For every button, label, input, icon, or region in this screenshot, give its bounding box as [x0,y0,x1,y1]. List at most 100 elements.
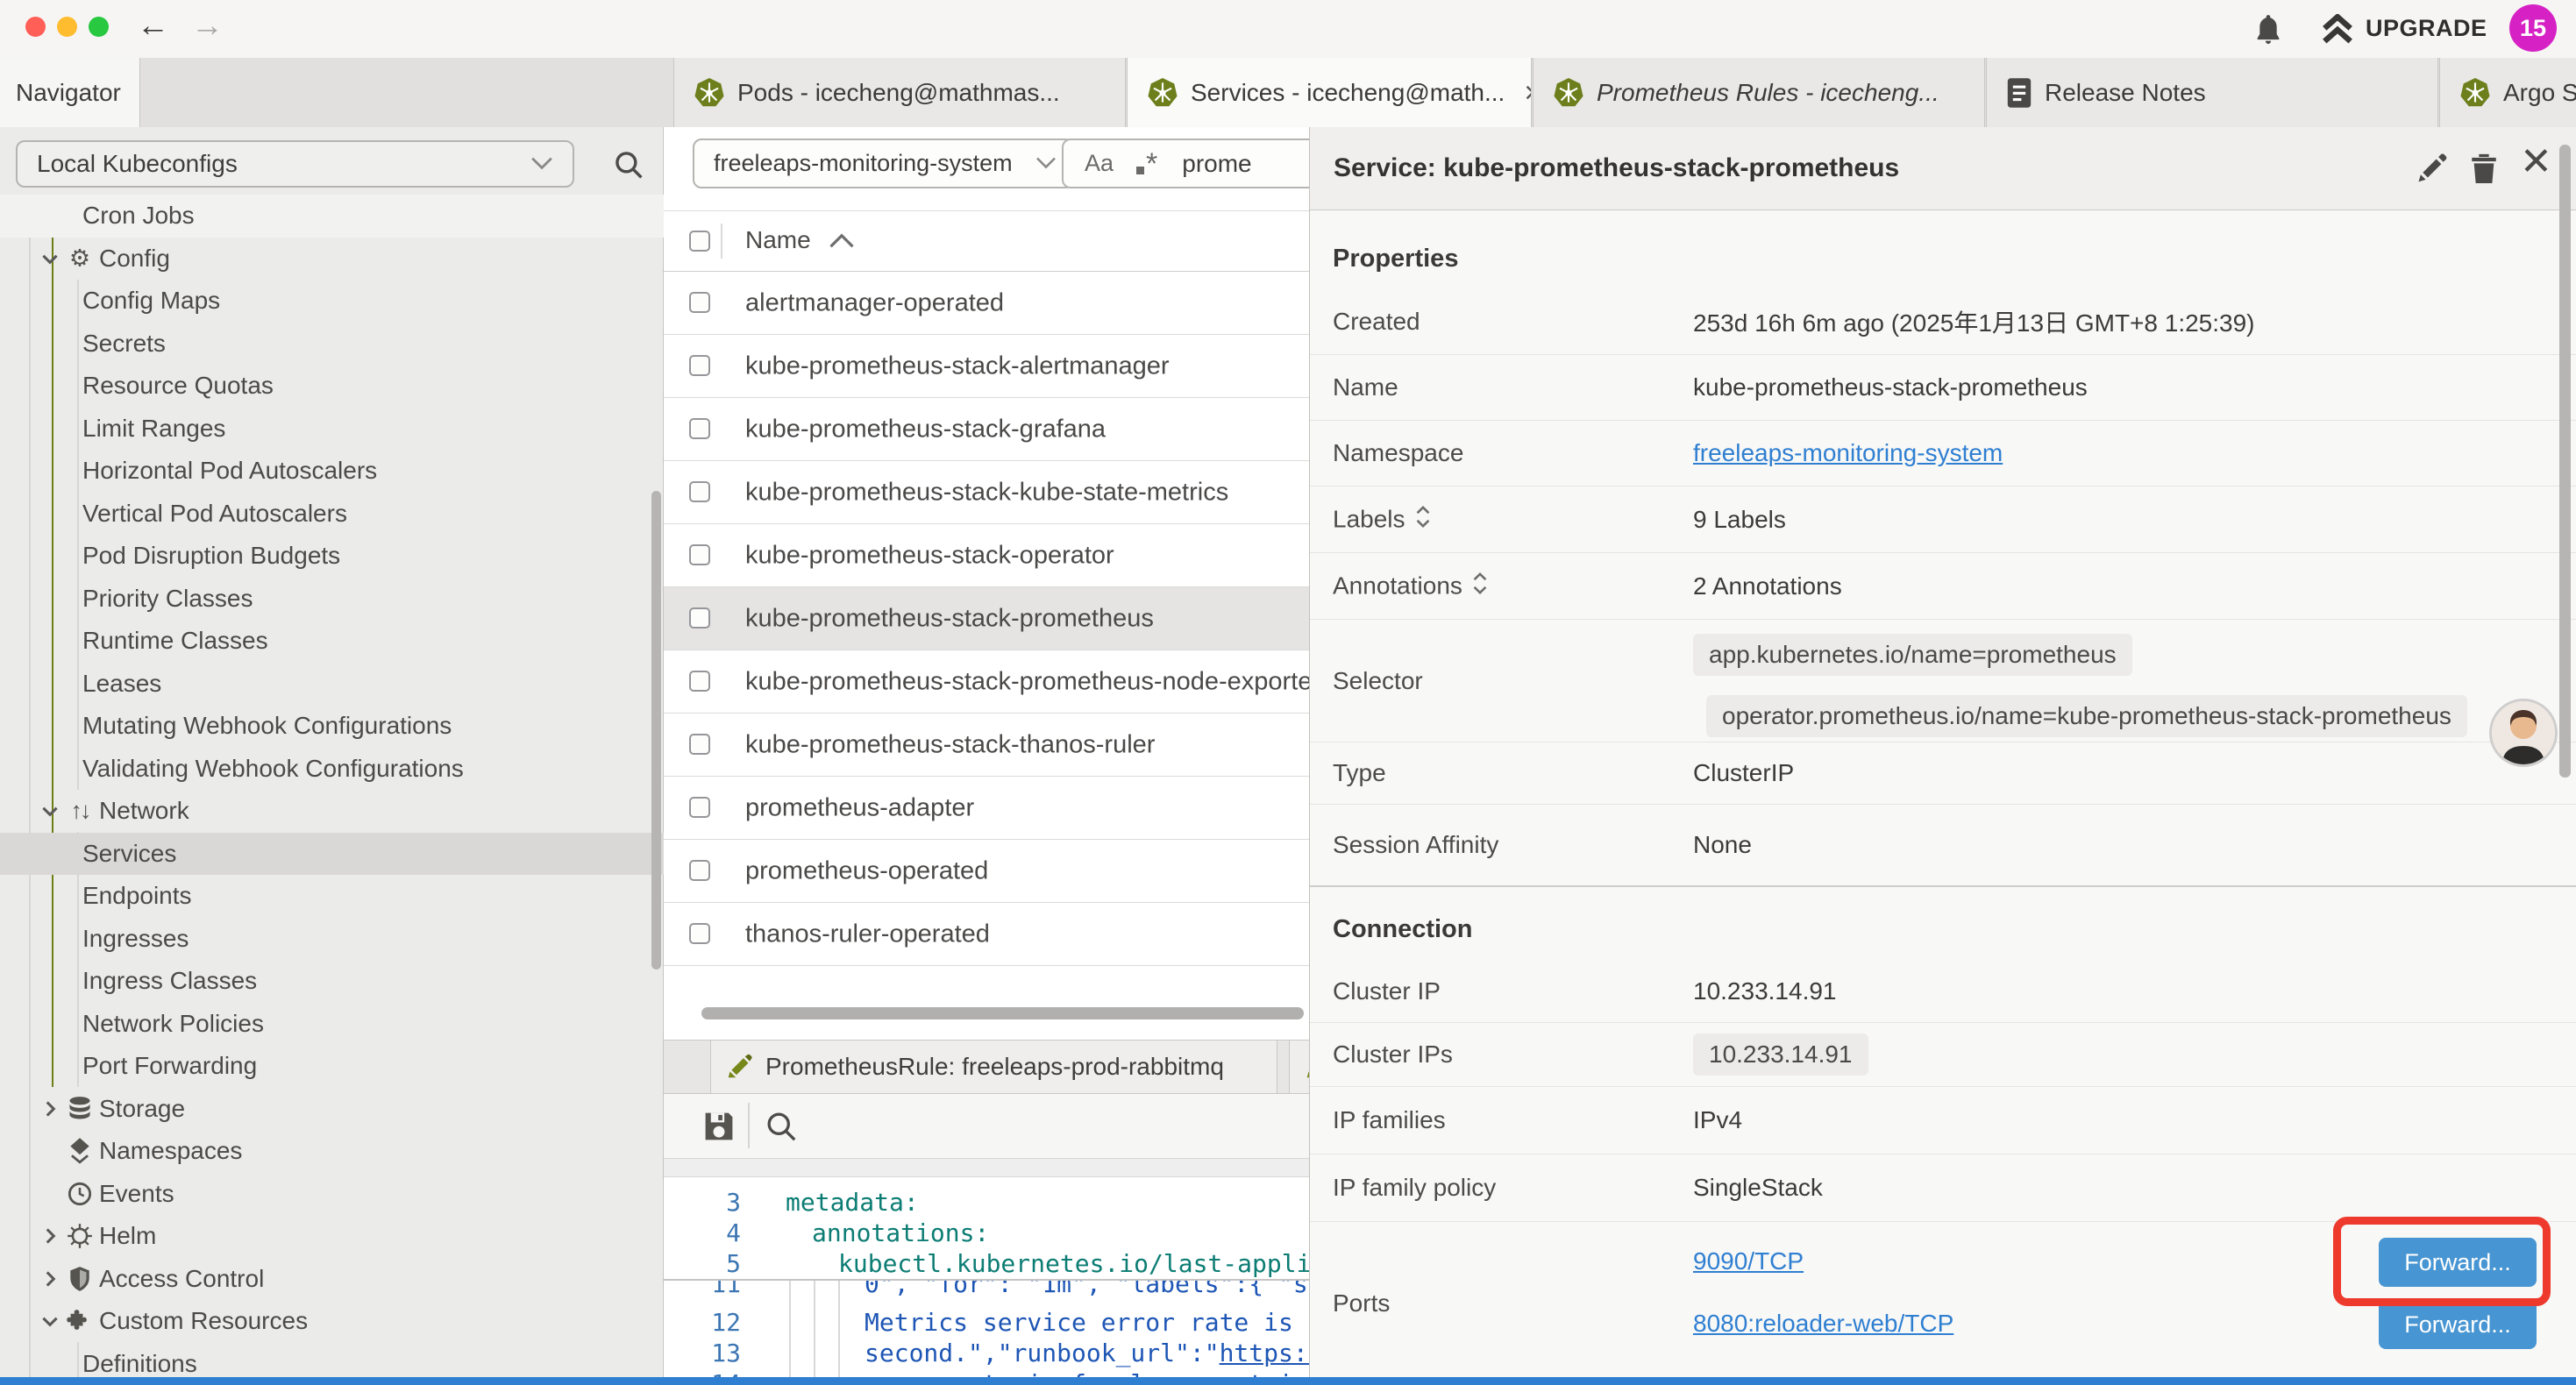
sidebar-item-mutating-webhook-configurations[interactable]: Mutating Webhook Configurations [0,705,664,748]
kubeconfig-selector-value: Local Kubeconfigs [37,150,238,178]
navigator-panel-tab[interactable]: Navigator [0,58,140,127]
sidebar-item-leases[interactable]: Leases [0,663,664,706]
sidebar-item-horizontal-pod-autoscalers[interactable]: Horizontal Pod Autoscalers [0,450,664,493]
sidebar-item-priority-classes[interactable]: Priority Classes [0,578,664,621]
save-icon[interactable] [701,1109,737,1148]
delete-trash-icon[interactable] [2466,150,2502,191]
avatar[interactable] [2489,699,2558,767]
sidebar-item-limit-ranges[interactable]: Limit Ranges [0,408,664,451]
row-checkbox[interactable] [689,355,710,376]
sidebar-item-storage[interactable]: Storage [0,1088,664,1131]
sidebar-item-endpoints[interactable]: Endpoints [0,875,664,918]
chevron-down-icon[interactable] [39,1310,61,1332]
minimize-window-button[interactable] [57,17,77,37]
sidebar-item-label: Events [99,1180,174,1208]
row-checkbox[interactable] [689,607,710,629]
kubernetes-icon [2459,77,2491,109]
tab-pods-icecheng-mathmas[interactable]: Pods - icecheng@mathmas... [673,58,1126,127]
editor-tab-prometheusrule[interactable]: PrometheusRule: freeleaps-prod-rabbitmq [710,1041,1277,1093]
row-checkbox[interactable] [689,860,710,881]
back-arrow-icon[interactable]: ← [137,7,169,44]
chevron-down-icon[interactable] [39,799,61,822]
row-checkbox[interactable] [689,734,710,755]
sort-icon[interactable] [1414,503,1432,536]
horizontal-scrollbar[interactable] [701,1007,1304,1019]
forward-button[interactable]: Forward... [2379,1300,2537,1349]
select-all-checkbox[interactable] [689,231,710,252]
sidebar-item-config-maps[interactable]: Config Maps [0,280,664,323]
chevron-down-icon[interactable] [39,247,61,270]
upgrade-label[interactable]: UPGRADE [2366,15,2487,42]
sidebar-item-ingresses[interactable]: Ingresses [0,918,664,961]
code-link[interactable]: https://neto [1220,1339,1309,1367]
close-icon[interactable]: ✕ [2520,143,2552,181]
detail-row-value: None [1693,831,1752,859]
detail-scrollbar[interactable] [2559,145,2571,778]
row-checkbox[interactable] [689,797,710,818]
sidebar-item-services[interactable]: Services [0,833,664,876]
sidebar-item-secrets[interactable]: Secrets [0,323,664,366]
editor-search-icon[interactable] [765,1111,797,1147]
detail-row-label: Annotations [1333,570,1489,602]
profile-badge[interactable]: 15 [2509,4,2557,52]
sidebar-item-ingress-classes[interactable]: Ingress Classes [0,960,664,1003]
yaml-editor[interactable]: 3metadata:4annotations:5kubectl.kubernet… [664,1177,1309,1378]
sidebar-item-access-control[interactable]: Access Control [0,1258,664,1301]
sidebar-item-resource-quotas[interactable]: Resource Quotas [0,365,664,408]
row-checkbox[interactable] [689,418,710,439]
forward-arrow-icon[interactable]: → [191,7,224,44]
sidebar-scrollbar[interactable] [651,491,661,970]
notifications-bell-icon[interactable] [2252,12,2285,52]
tab-argo-se[interactable]: Argo Se [2439,58,2576,127]
row-checkbox[interactable] [689,481,710,502]
namespace-link[interactable]: freeleaps-monitoring-system [1693,439,2003,467]
sidebar-item-validating-webhook-configurations[interactable]: Validating Webhook Configurations [0,748,664,791]
tab-services-icecheng-math[interactable]: Services - icecheng@math...× [1127,58,1532,127]
sidebar-item-runtime-classes[interactable]: Runtime Classes [0,620,664,663]
sidebar-item-network[interactable]: ↑↓Network [0,790,664,833]
sidebar-item-network-policies[interactable]: Network Policies [0,1003,664,1046]
sidebar-item-label: Services [82,840,176,868]
chevron-right-icon[interactable] [39,1097,61,1120]
sidebar-item-port-forwarding[interactable]: Port Forwarding [0,1045,664,1088]
sidebar-item-cron-jobs[interactable]: Cron Jobs [0,195,664,238]
sidebar-item-vertical-pod-autoscalers[interactable]: Vertical Pod Autoscalers [0,493,664,536]
sidebar-item-custom-resources[interactable]: Custom Resources [0,1300,664,1343]
sidebar-search-icon[interactable] [614,150,644,184]
row-checkbox[interactable] [689,292,710,313]
kubeconfig-selector[interactable]: Local Kubeconfigs [16,140,574,188]
regex-toggle[interactable]: * [1136,149,1157,179]
sort-ascending-icon[interactable] [829,232,855,254]
detail-row-label: Created [1333,308,1420,336]
code-text: 0", "for": "1m", "labels":{ "service": "… [865,1281,1309,1298]
sort-icon[interactable] [1471,570,1489,602]
tab-release-notes[interactable]: Release Notes [1986,58,2438,127]
chevron-right-icon[interactable] [39,1268,61,1290]
namespace-selector[interactable]: freeleaps-monitoring-system [693,138,1074,188]
detail-row-label: IP families [1333,1106,1446,1134]
edit-pencil-icon[interactable] [2413,150,2450,191]
close-icon[interactable]: × [1524,78,1532,108]
list-search-input[interactable]: Aa * prome [1062,138,1342,188]
detail-row-label: Session Affinity [1333,831,1498,859]
port-link[interactable]: 9090/TCP [1693,1247,1804,1275]
sidebar-item-events[interactable]: Events [0,1173,664,1216]
sidebar-item-namespaces[interactable]: Namespaces [0,1130,664,1173]
detail-row-label-text: Name [1333,373,1398,401]
sidebar-item-pod-disruption-budgets[interactable]: Pod Disruption Budgets [0,535,664,578]
sidebar-item-label: Network Policies [82,1010,264,1038]
close-window-button[interactable] [25,17,46,37]
match-case-toggle[interactable]: Aa [1085,150,1114,177]
sidebar-item-helm[interactable]: Helm [0,1215,664,1258]
zoom-window-button[interactable] [89,17,109,37]
row-checkbox[interactable] [689,671,710,692]
upgrade-double-chevron-icon[interactable] [2320,14,2355,50]
name-column-header[interactable]: Name [745,226,811,254]
port-link[interactable]: 8080:reloader-web/TCP [1693,1310,1953,1338]
sidebar-item-config[interactable]: ⚙Config [0,238,664,281]
tab-prometheus-rules-icecheng[interactable]: Prometheus Rules - icecheng... [1533,58,1985,127]
row-checkbox[interactable] [689,923,710,944]
sidebar-item-label: Pod Disruption Budgets [82,542,340,570]
row-checkbox[interactable] [689,544,710,565]
chevron-right-icon[interactable] [39,1225,61,1247]
